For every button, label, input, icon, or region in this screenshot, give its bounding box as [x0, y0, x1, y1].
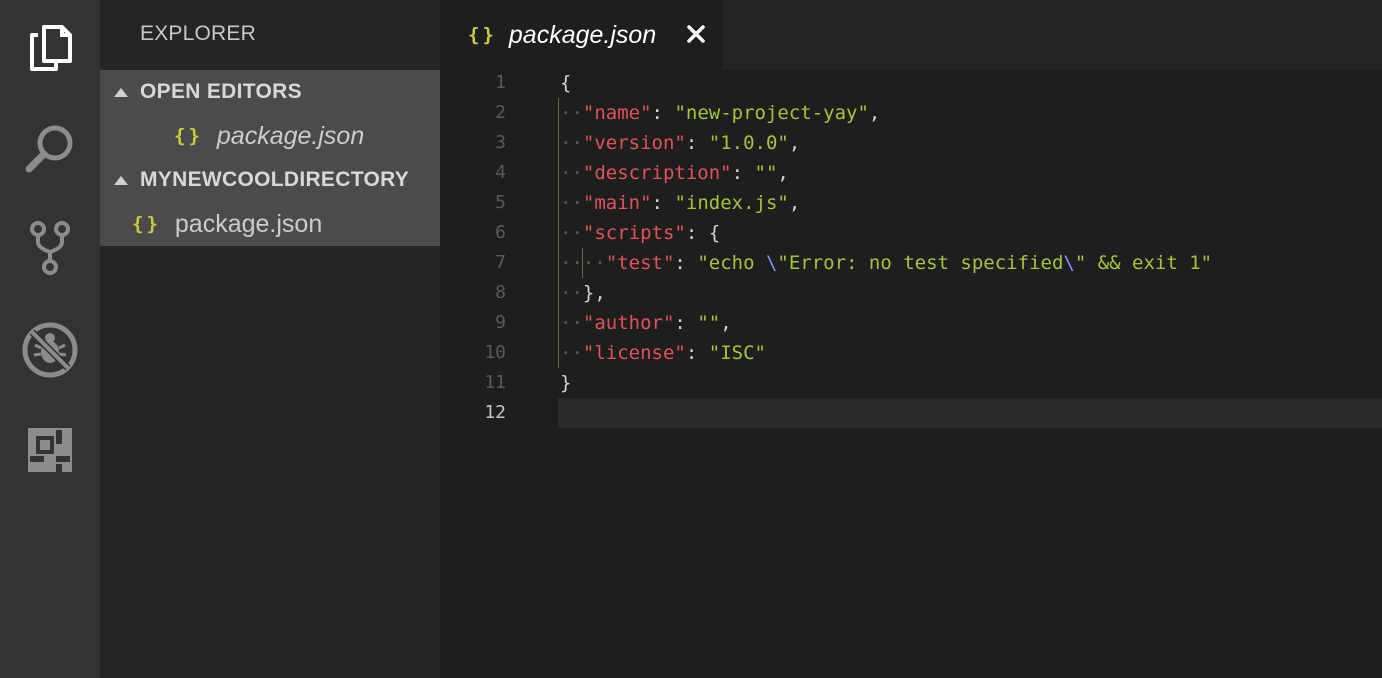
- search-icon[interactable]: [20, 118, 80, 178]
- json-file-icon: {}: [468, 24, 497, 46]
- vscode-window: EXPLORER OPEN EDITORS {} package.json MY…: [0, 0, 1382, 678]
- collapse-triangle-icon[interactable]: [114, 175, 128, 185]
- folder-label: MYNEWCOOLDIRECTORY: [140, 168, 410, 191]
- code-text[interactable]: ··"name": "new-project-yay",: [560, 98, 880, 128]
- code-text[interactable]: ··},: [560, 278, 606, 308]
- open-editor-item-package-json[interactable]: {} package.json: [100, 114, 440, 158]
- debug-icon[interactable]: [20, 320, 80, 380]
- code-line[interactable]: 11}: [440, 368, 1382, 398]
- open-editors-section[interactable]: OPEN EDITORS: [100, 70, 440, 114]
- editor-area: {} package.json 1{2 ··"name": "new-projec…: [440, 0, 1382, 678]
- code-text[interactable]: }: [560, 368, 571, 398]
- json-file-icon: {}: [132, 213, 161, 235]
- line-number: 5: [495, 192, 506, 213]
- line-number: 7: [495, 252, 506, 273]
- code-line[interactable]: 6 ··"scripts": {: [440, 218, 1382, 248]
- code-line[interactable]: 8 ··},: [440, 278, 1382, 308]
- code-line[interactable]: 2 ··"name": "new-project-yay",: [440, 98, 1382, 128]
- line-number: 10: [484, 342, 506, 363]
- folder-section[interactable]: MYNEWCOOLDIRECTORY: [100, 158, 440, 202]
- line-number: 8: [495, 282, 506, 303]
- code-line[interactable]: 1{: [440, 68, 1382, 98]
- line-number: 2: [495, 102, 506, 123]
- code-text[interactable]: {: [560, 68, 571, 98]
- line-number: 9: [495, 312, 506, 333]
- code-line[interactable]: 12: [440, 398, 1382, 428]
- source-control-icon[interactable]: [20, 218, 80, 278]
- line-number: 3: [495, 132, 506, 153]
- activity-bar: [0, 0, 100, 678]
- line-number: 4: [495, 162, 506, 183]
- tab-bar: {} package.json: [440, 0, 1382, 70]
- code-line[interactable]: 10 ··"license": "ISC": [440, 338, 1382, 368]
- current-line-highlight: [558, 398, 1382, 428]
- collapse-triangle-icon[interactable]: [114, 87, 128, 97]
- code-text[interactable]: ··"scripts": {: [560, 218, 720, 248]
- line-number: 12: [484, 402, 506, 423]
- open-editor-filename: package.json: [216, 121, 365, 150]
- tab-package-json[interactable]: {} package.json: [440, 0, 723, 70]
- code-line[interactable]: 4 ··"description": "",: [440, 158, 1382, 188]
- code-line[interactable]: 3 ··"version": "1.0.0",: [440, 128, 1382, 158]
- explorer-sidebar: EXPLORER OPEN EDITORS {} package.json MY…: [100, 0, 440, 678]
- code-line[interactable]: 7 ····"test": "echo \"Error: no test spec…: [440, 248, 1382, 278]
- line-number: 1: [495, 72, 506, 93]
- extensions-icon[interactable]: [20, 420, 80, 480]
- folder-filename: package.json: [174, 209, 323, 238]
- code-line[interactable]: 5 ··"main": "index.js",: [440, 188, 1382, 218]
- json-file-icon: {}: [174, 125, 203, 147]
- close-icon[interactable]: [684, 22, 708, 46]
- tab-label: package.json: [508, 20, 657, 49]
- code-text[interactable]: ··"main": "index.js",: [560, 188, 800, 218]
- code-text[interactable]: ··"description": "",: [560, 158, 789, 188]
- code-text[interactable]: ··"version": "1.0.0",: [560, 128, 800, 158]
- line-number: 11: [484, 372, 506, 393]
- code-text[interactable]: ··"author": "",: [560, 308, 732, 338]
- open-editors-label: OPEN EDITORS: [140, 80, 302, 103]
- files-icon[interactable]: [20, 18, 80, 78]
- code-text[interactable]: ····"test": "echo \"Error: no test speci…: [560, 248, 1212, 278]
- folder-file-package-json[interactable]: {} package.json: [100, 202, 440, 246]
- code-text[interactable]: ··"license": "ISC": [560, 338, 766, 368]
- line-number: 6: [495, 222, 506, 243]
- explorer-title: EXPLORER: [140, 22, 256, 45]
- code-line[interactable]: 9 ··"author": "",: [440, 308, 1382, 338]
